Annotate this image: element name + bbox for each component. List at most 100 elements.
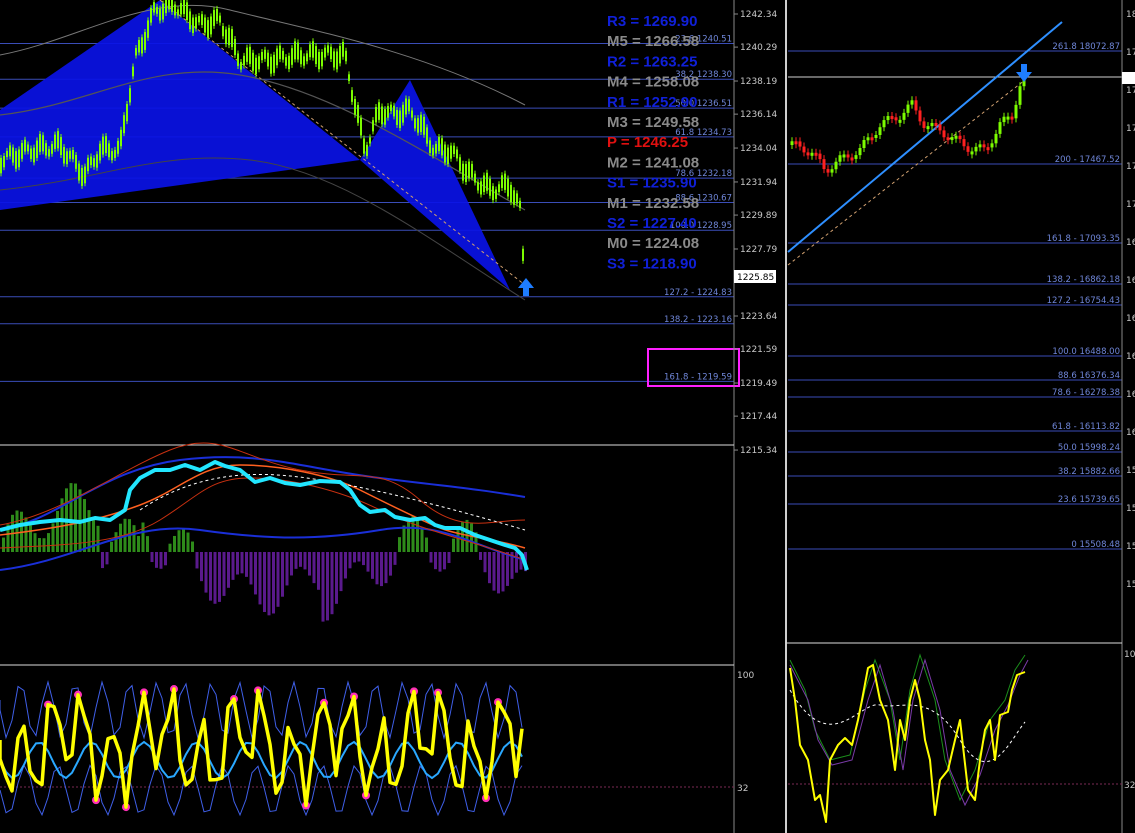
candle [1018,86,1022,105]
histogram-bar [321,552,325,622]
candle [114,149,116,158]
candle [204,17,206,33]
histogram-bar [74,483,77,552]
candle [930,122,934,127]
candle [357,105,359,123]
candle [78,163,80,181]
histogram-bar [150,552,154,563]
axis-tick-label: 1236.14 [740,110,777,120]
right-oscillator-panel[interactable] [788,653,1122,823]
candle [171,0,173,12]
axis-tick-label: 1223.64 [740,312,777,322]
candle [237,53,239,66]
osc-axis-100: 100 [737,671,754,681]
candle [426,127,428,144]
candle [39,133,41,152]
candle [1010,116,1014,120]
candle [285,57,287,66]
candle [273,54,275,73]
candle [90,156,92,166]
candle [3,155,5,168]
histogram-bar [506,552,509,586]
left-price-panel[interactable]: 23.6 1240.5138.2 1238.3050.0 1236.5161.8… [0,0,740,387]
candle [156,6,158,14]
histogram-bar [344,552,347,579]
trading-chart-workspace: 23.6 1240.5138.2 1238.3050.0 1236.5161.8… [0,0,1135,833]
candle [162,3,164,20]
left-oscillator-panel[interactable] [0,680,734,817]
histogram-bar [294,552,298,569]
candle [321,51,323,67]
histogram-bar [317,552,320,590]
histogram-bar [105,552,109,565]
histogram-bar [362,552,365,566]
fib-label: 38.2 15882.66 [1058,467,1120,477]
right-fib-levels: 261.8 18072.87 200 - 17467.52 161.8 - 1709… [788,42,1122,550]
axis-tick-label: 1240.29 [740,43,777,53]
candle [216,8,218,21]
histogram-bar [312,552,316,584]
candle [998,122,1002,134]
candle [396,109,398,125]
candle [120,129,122,147]
axis-tick-label: 1231.94 [740,178,777,188]
candle [279,45,281,60]
candle [946,137,950,141]
fib-label: 88.6 16376.34 [1058,371,1120,381]
candle [894,117,898,121]
candle [1002,116,1006,123]
candle [87,157,89,172]
trendline[interactable] [787,21,1063,253]
candle [354,99,356,115]
candle [6,150,8,158]
fib-label: 138.2 - 1223.16 [664,315,732,325]
axis-tick-label: 1238.19 [740,77,777,87]
histogram-bar [447,552,451,564]
histogram-bar [416,519,419,552]
axis-tick-label: 16 [1126,352,1135,362]
candle [958,135,962,140]
candle [468,161,470,179]
candle [264,49,266,59]
histogram-bar [96,525,100,552]
histogram-bar [218,552,221,602]
axis-tick-label: 17 [1126,86,1135,96]
fib-label: 138.2 - 16862.18 [1047,275,1120,285]
candle [180,3,182,15]
candle [60,137,62,156]
candle [462,163,464,181]
candle [950,137,954,141]
histogram-bar [227,552,230,588]
candle [453,145,455,155]
histogram-bar [492,552,496,591]
right-price-panel[interactable]: 261.8 18072.87 200 - 17467.52 161.8 - 1709… [787,21,1122,550]
histogram-bar [339,552,343,592]
candle [970,151,974,155]
osc-signal [0,740,523,780]
candle [330,46,332,60]
candle [63,147,65,164]
candle [69,150,71,159]
left-macd-panel[interactable] [0,442,529,622]
axis-tick-label: 1234.04 [740,144,777,154]
candle [33,147,35,163]
candle [850,157,854,161]
pivot-label: M0 = 1224.08 [607,235,699,252]
pivot-label: R3 = 1269.90 [607,13,698,30]
histogram-bar [393,552,397,565]
pivot-label: M4 = 1258.08 [607,74,699,91]
candle [838,155,842,162]
candle [144,32,146,50]
histogram-bar [155,552,158,568]
candle [168,0,170,10]
candle [255,57,257,75]
candle [132,66,134,77]
candle [201,14,203,25]
candle [818,153,822,160]
candle [790,141,794,145]
histogram-bar [353,552,356,563]
histogram-bar [164,552,167,566]
fib-label: 127.2 - 1224.83 [664,288,732,298]
candle [806,152,810,156]
candle [246,47,248,62]
